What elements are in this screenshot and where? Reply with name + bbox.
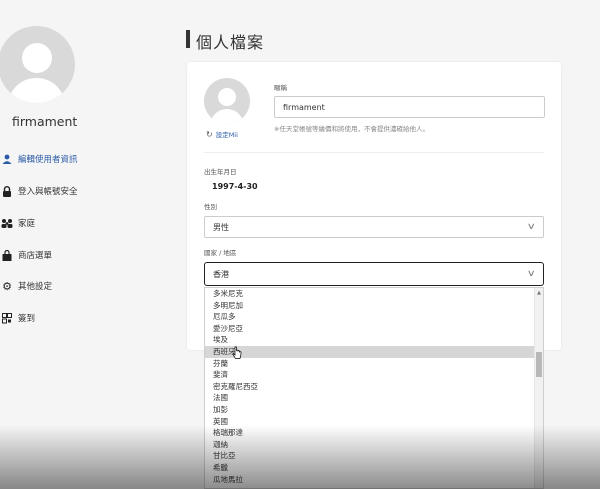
country-label: 國家 / 地區 <box>204 249 237 257</box>
username: firmament <box>12 114 78 129</box>
scroll-up-arrow-icon[interactable]: ▲ <box>535 288 543 297</box>
dropdown-option[interactable]: 英國 <box>205 416 543 428</box>
sidebar-item-label: 商店選單 <box>18 251 53 261</box>
sidebar-item-login-security[interactable]: 登入與帳號安全 <box>0 183 78 199</box>
change-mii-label: 設定Mii <box>215 131 238 139</box>
country-value: 香港 <box>213 269 229 279</box>
nickname-hint: ※任天堂帳號等繪價和將使用，不會提供濃確給他人。 <box>274 125 429 133</box>
scrollbar-thumb[interactable] <box>536 352 542 377</box>
profile-avatar <box>0 26 75 103</box>
gender-label: 性別 <box>204 203 217 211</box>
birthday-label: 出生年月日 <box>204 168 237 176</box>
sidebar-item-shop-menu[interactable]: 商店選單 <box>0 247 52 263</box>
refresh-icon: ↻ <box>206 129 213 139</box>
sidebar-item-label: 登入與帳號安全 <box>18 187 78 197</box>
country-select[interactable]: 香港 ∨ <box>204 262 544 286</box>
sidebar-item-checkin[interactable]: 簽到 <box>0 310 35 326</box>
gender-select[interactable]: 男性 ∨ <box>204 216 544 238</box>
page-title: 個人檔案 <box>196 33 265 52</box>
dropdown-option[interactable]: 多米尼克 <box>205 288 543 300</box>
user-icon <box>0 154 14 164</box>
dropdown-option[interactable]: 芬蘭 <box>205 358 543 370</box>
checkin-icon <box>0 312 14 324</box>
dropdown-option[interactable]: 西班牙 <box>205 345 543 358</box>
mii-avatar[interactable] <box>204 78 250 124</box>
dropdown-option[interactable]: 希臘 <box>205 462 543 474</box>
sidebar-item-label: 編輯使用者資訊 <box>18 155 78 165</box>
sidebar-item-edit-user-info[interactable]: 編輯使用者資訊 <box>0 151 78 167</box>
lock-icon <box>0 185 14 197</box>
nickname-label: 暱稱 <box>274 84 287 92</box>
dropdown-option[interactable]: 甘比亞 <box>205 450 543 462</box>
shopping-bag-icon <box>0 249 14 261</box>
chevron-down-icon: ∨ <box>527 222 537 232</box>
sidebar-item-other-settings[interactable]: ⚙ 其他設定 <box>0 278 52 294</box>
dropdown-option[interactable]: 法國 <box>205 392 543 404</box>
sidebar-item-label: 其他設定 <box>18 282 53 292</box>
title-accent-bar <box>186 30 190 48</box>
dropdown-option[interactable]: 迦納 <box>205 439 543 451</box>
nickname-input[interactable]: firmament <box>274 96 545 118</box>
mouse-cursor-icon <box>232 346 242 359</box>
change-mii-link[interactable]: ↻ 設定Mii <box>206 129 238 140</box>
sidebar-item-label: 簽到 <box>18 314 36 324</box>
dropdown-option[interactable]: 厄瓜多 <box>205 311 543 323</box>
country-dropdown-list[interactable]: 多米尼克 多明尼加 厄瓜多 愛沙尼亞 埃及 西班牙 芬蘭 斐濟 密克羅尼西亞 法國 加彭 英國 格瑞那達… <box>204 287 544 489</box>
divider <box>204 152 544 153</box>
dropdown-option[interactable]: 斐濟 <box>205 369 543 381</box>
dropdown-option[interactable]: 密克羅尼西亞 <box>205 381 543 393</box>
gear-icon: ⚙ <box>2 279 12 293</box>
dropdown-option[interactable]: 愛沙尼亞 <box>205 323 543 335</box>
family-icon <box>0 218 14 228</box>
birthday-value: 1997-4-30 <box>212 182 258 191</box>
sidebar-item-label: 家庭 <box>18 219 36 229</box>
dropdown-option[interactable]: 埃及 <box>205 334 543 346</box>
dropdown-option[interactable]: 格瑞那達 <box>205 427 543 439</box>
dropdown-option[interactable]: 瓜地馬拉 <box>205 474 543 486</box>
sidebar-item-family[interactable]: 家庭 <box>0 215 35 231</box>
chevron-down-icon: ∨ <box>527 269 537 279</box>
dropdown-scrollbar[interactable]: ▲ <box>534 288 543 488</box>
dropdown-option[interactable]: 多明尼加 <box>205 300 543 312</box>
dropdown-option[interactable]: 加彭 <box>205 404 543 416</box>
gender-value: 男性 <box>213 222 229 232</box>
